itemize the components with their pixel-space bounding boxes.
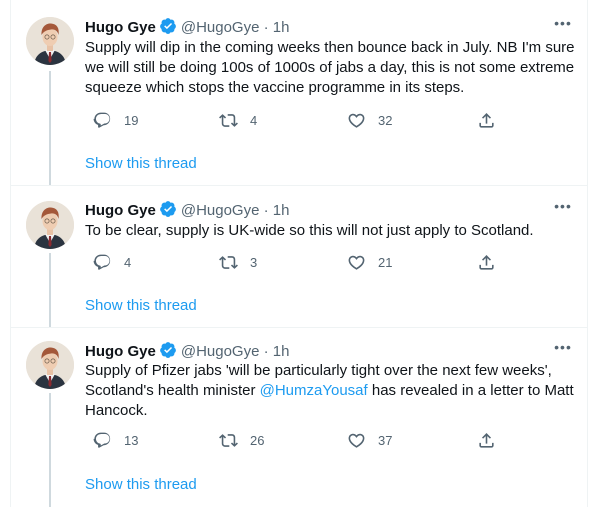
tweet-time[interactable]: 1h [273,19,290,36]
like-count: 37 [378,432,393,448]
author-handle[interactable]: @HugoGye [181,19,260,36]
share-icon [477,111,496,130]
separator: · [263,343,269,360]
like-button[interactable]: 21 [347,252,392,272]
timeline-feed: Hugo Gye @HugoGye · 1h ••• Supply will di… [10,0,588,507]
show-thread-link[interactable]: Show this thread [85,154,197,174]
tweet-text: To be clear, supply is UK-wide so this w… [85,222,534,239]
avatar[interactable] [26,201,74,249]
tweet[interactable]: Hugo Gye @HugoGye · 1h ••• To be clear, s… [11,186,587,328]
reply-count: 4 [124,254,132,270]
tweet[interactable]: Hugo Gye @HugoGye · 1h ••• Supply of Pfiz… [11,328,587,507]
reply-icon [93,253,112,272]
share-icon [477,253,496,272]
reply-count: 13 [124,432,139,448]
retweet-count: 26 [250,432,265,448]
reply-icon [93,431,112,450]
retweet-count: 3 [250,254,258,270]
share-button[interactable] [477,252,496,272]
tweet-actions: 19 4 32 [85,110,515,130]
tweet-text: Supply of Pfizer jabs 'will be particula… [85,361,575,421]
tweet-time[interactable]: 1h [273,343,290,360]
thread-line [49,253,51,328]
mention-link[interactable]: @HumzaYousaf [260,382,368,399]
reply-count: 19 [124,112,139,128]
like-count: 32 [378,112,393,128]
share-icon [477,431,496,450]
tweet-header: Hugo Gye @HugoGye · 1h [85,200,289,220]
author-handle[interactable]: @HugoGye [181,202,260,219]
author-name[interactable]: Hugo Gye [85,19,156,36]
like-icon [347,431,366,450]
share-button[interactable] [477,110,496,130]
show-thread-link[interactable]: Show this thread [85,475,197,495]
share-button[interactable] [477,430,496,450]
more-options-icon[interactable]: ••• [551,340,575,360]
author-handle[interactable]: @HugoGye [181,343,260,360]
retweet-button[interactable]: 26 [219,430,264,450]
retweet-icon [219,253,238,272]
reply-icon [93,111,112,130]
retweet-count: 4 [250,112,258,128]
retweet-icon [219,111,238,130]
retweet-button[interactable]: 4 [219,110,257,130]
tweet-actions: 4 3 21 [85,252,515,272]
reply-button[interactable]: 19 [93,110,138,130]
retweet-icon [219,431,238,450]
retweet-button[interactable]: 3 [219,252,257,272]
thread-line [49,71,51,186]
show-thread-link[interactable]: Show this thread [85,296,197,316]
like-button[interactable]: 37 [347,430,392,450]
separator: · [263,202,269,219]
tweet-time[interactable]: 1h [273,202,290,219]
avatar[interactable] [26,341,74,389]
reply-button[interactable]: 13 [93,430,138,450]
tweet-actions: 13 26 37 [85,430,515,450]
like-button[interactable]: 32 [347,110,392,130]
more-options-icon[interactable]: ••• [551,199,575,219]
author-name[interactable]: Hugo Gye [85,343,156,360]
separator: · [263,19,269,36]
like-icon [347,111,366,130]
like-count: 21 [378,254,393,270]
thread-line [49,393,51,507]
more-options-icon[interactable]: ••• [551,16,575,36]
tweet[interactable]: Hugo Gye @HugoGye · 1h ••• Supply will di… [11,0,587,186]
author-name[interactable]: Hugo Gye [85,202,156,219]
tweet-header: Hugo Gye @HugoGye · 1h [85,17,289,37]
like-icon [347,253,366,272]
tweet-header: Hugo Gye @HugoGye · 1h [85,341,289,361]
tweet-text: Supply will dip in the coming weeks then… [85,39,575,96]
avatar[interactable] [26,17,74,65]
reply-button[interactable]: 4 [93,252,131,272]
